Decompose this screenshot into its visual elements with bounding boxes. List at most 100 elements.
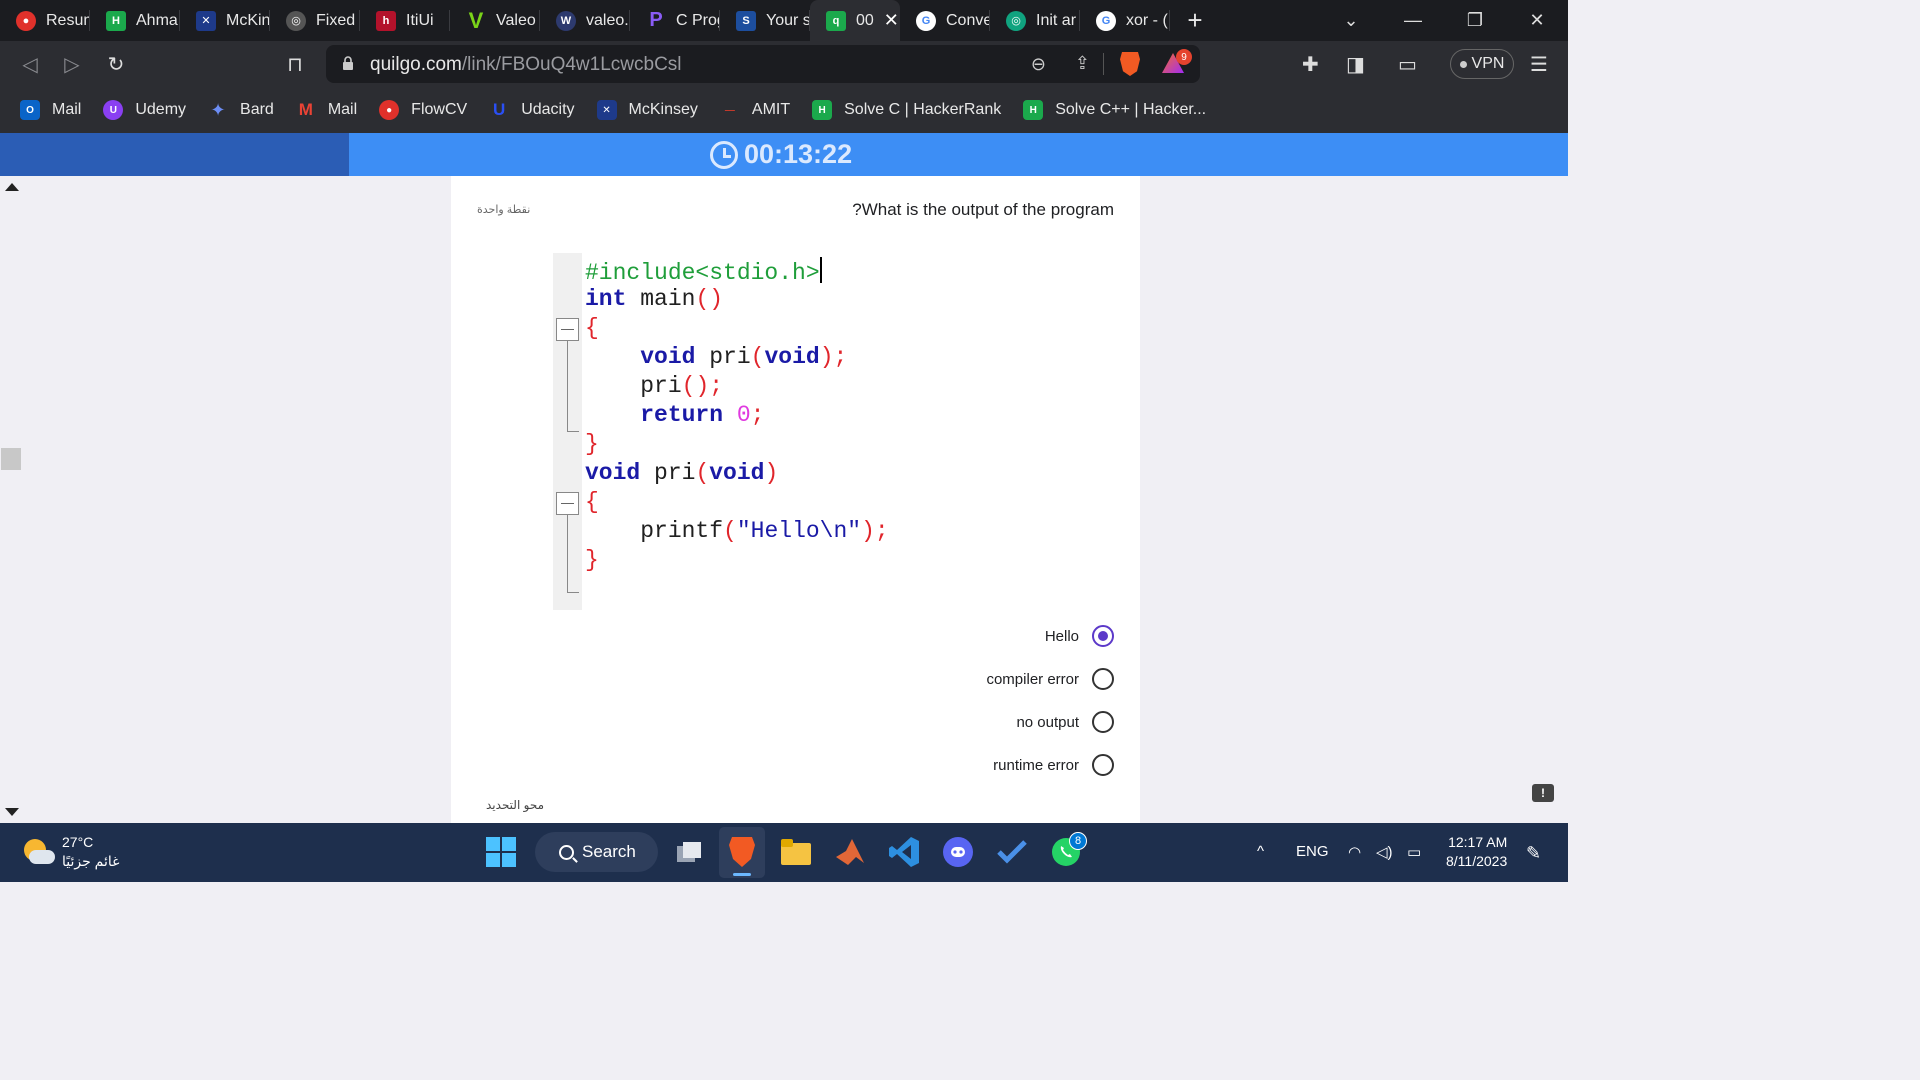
taskbar-search[interactable]: Search (535, 832, 658, 872)
option-no-output[interactable]: no output (1016, 711, 1114, 733)
tab-chatgpt[interactable]: ◎ Init ar (990, 0, 1080, 41)
bookmark-hackerrank-c[interactable]: H Solve C | HackerRank (812, 100, 1001, 120)
taskbar-todo[interactable] (995, 835, 1029, 869)
taskbar-vscode[interactable] (887, 835, 921, 869)
bookmark-udemy[interactable]: U Udemy (103, 100, 186, 120)
feedback-icon[interactable]: ! (1532, 784, 1554, 802)
code-line-8: void pri(void) (585, 460, 779, 486)
bookmark-udacity[interactable]: U Udacity (489, 100, 575, 120)
mckinsey-icon: ✕ (596, 100, 617, 120)
window-controls: ⌄ — ❐ ✕ (1320, 0, 1568, 41)
code-line-6: return 0; (640, 402, 765, 428)
mckinsey-favicon-icon: ✕ (196, 10, 216, 31)
radio-selected[interactable] (1092, 625, 1114, 647)
vscode-icon (889, 837, 919, 867)
wallet-icon[interactable]: ▭ (1398, 52, 1417, 77)
code-line-11: } (585, 547, 599, 573)
fold-guide-end (567, 431, 579, 432)
gmail-icon: M (298, 100, 313, 119)
taskbar-matlab[interactable] (833, 835, 867, 869)
question-text: ?What is the output of the program (852, 200, 1114, 219)
sidebar-icon[interactable]: ◨ (1346, 52, 1365, 77)
restore-icon[interactable]: ❐ (1444, 0, 1506, 41)
tab-search-chevron-icon[interactable]: ⌄ (1320, 0, 1382, 41)
new-tab-button[interactable]: + (1170, 0, 1220, 41)
tab-itiui[interactable]: h ItiUi (360, 0, 450, 41)
brave-shields-icon[interactable] (1120, 52, 1140, 76)
close-window-icon[interactable]: ✕ (1506, 0, 1568, 41)
browser-toolbar: ◁ ▷ ↻ ⊓ quilgo.com/link/FBOuQ4w1LcwcbCsl… (0, 41, 1568, 87)
programiz-favicon-icon: P (649, 9, 663, 31)
browser-tab-strip: ●Resum HAhma ✕McKin ◎Fixed hItiUi VValeo… (0, 0, 1568, 41)
bookmark-bard[interactable]: ✦ Bard (208, 99, 273, 120)
task-view-button[interactable] (672, 835, 706, 869)
extensions-icon[interactable]: ✚ (1302, 52, 1319, 77)
tab-quilgo-active[interactable]: q 00 ✕ (810, 0, 900, 41)
battery-icon[interactable]: ▭ (1407, 843, 1421, 861)
checkmark-icon (997, 840, 1027, 864)
whatsapp-badge: 8 (1069, 832, 1087, 850)
taskbar-clock[interactable]: 12:17 AM 8/11/2023 (1446, 833, 1507, 871)
wifi-icon[interactable]: ◠ (1348, 843, 1361, 861)
weather-widget[interactable]: 27°C غائم جزئيًا (24, 833, 119, 871)
scroll-up-arrow-icon[interactable] (5, 183, 19, 191)
bookmark-amit[interactable]: — AMIT (720, 100, 790, 120)
quilgo-favicon-icon: q (826, 10, 846, 31)
tab-resume[interactable]: ●Resum (0, 0, 90, 41)
notification-icon[interactable]: ✎ (1526, 843, 1541, 864)
start-button[interactable] (484, 835, 518, 869)
bookmark-flowcv[interactable]: ● FlowCV (379, 100, 467, 120)
tab-mckinsey[interactable]: ✕ McKin (180, 0, 270, 41)
tab-c-programming[interactable]: PC Prog (630, 0, 720, 41)
bard-sparkle-icon: ✦ (210, 99, 226, 120)
google-favicon-icon: G (916, 10, 936, 31)
taskbar-brave[interactable] (725, 835, 759, 869)
menu-icon[interactable]: ☰ (1530, 52, 1548, 77)
clear-selection-link[interactable]: محو التحديد (486, 798, 544, 812)
code-line-4: void pri(void); (640, 344, 848, 370)
udemy-icon: U (103, 100, 124, 120)
page-scrollbar[interactable] (0, 176, 23, 823)
timer-progress-segment (0, 133, 349, 176)
bookmark-gmail[interactable]: M Mail (296, 100, 357, 120)
bookmark-mckinsey[interactable]: ✕ McKinsey (596, 100, 698, 120)
search-icon (559, 844, 574, 860)
bookmarks-bar: O Mail U Udemy ✦ Bard M Mail ● FlowCV U Udacit… (0, 87, 1568, 133)
bookmark-hackerrank-cpp[interactable]: H Solve C++ | Hacker... (1023, 100, 1206, 120)
option-runtime-error[interactable]: runtime error (993, 754, 1114, 776)
vpn-button[interactable]: VPN (1450, 49, 1514, 79)
radio-unselected[interactable] (1092, 668, 1114, 690)
tab-hackerrank-ahmad[interactable]: H Ahma (90, 0, 180, 41)
language-indicator[interactable]: ENG (1296, 843, 1329, 860)
chatgpt-favicon-icon: ◎ (1006, 10, 1026, 31)
back-icon[interactable]: ◁ (18, 52, 42, 76)
zoom-icon[interactable]: ⊖ (1031, 54, 1046, 75)
bookmark-outlook-mail[interactable]: O Mail (20, 100, 81, 120)
tab-fixed[interactable]: ◎ Fixed (270, 0, 360, 41)
taskbar-discord[interactable] (941, 835, 975, 869)
discord-icon (943, 837, 973, 867)
timer-value: 00:13:22 (744, 139, 853, 169)
tab-google-convert[interactable]: G Conve (900, 0, 990, 41)
address-bar[interactable]: quilgo.com/link/FBOuQ4w1LcwcbCsl ⊖ ⇪ 9 (326, 45, 1200, 83)
reload-icon[interactable]: ↻ (104, 52, 128, 76)
option-hello[interactable]: Hello (1045, 625, 1114, 647)
tab-valeo[interactable]: V Valeo (450, 0, 540, 41)
taskbar-file-explorer[interactable] (779, 835, 813, 869)
close-tab-icon[interactable]: ✕ (884, 10, 899, 31)
tab-valeo-2[interactable]: Wvaleo. (540, 0, 630, 41)
radio-unselected[interactable] (1092, 711, 1114, 733)
forward-icon[interactable]: ▷ (60, 52, 84, 76)
radio-unselected[interactable] (1092, 754, 1114, 776)
tray-chevron-icon[interactable]: ^ (1257, 843, 1264, 860)
share-icon[interactable]: ⇪ (1075, 53, 1090, 74)
tab-google-xor[interactable]: Gxor - ( (1080, 0, 1170, 41)
tab-your-s[interactable]: S Your s (720, 0, 810, 41)
volume-icon[interactable]: ◁) (1376, 843, 1393, 861)
udacity-icon: U (493, 100, 506, 119)
scroll-down-arrow-icon[interactable] (5, 808, 19, 816)
scrollbar-thumb[interactable] (1, 448, 21, 470)
bookmark-icon[interactable]: ⊓ (283, 52, 307, 76)
minimize-icon[interactable]: — (1382, 0, 1444, 41)
option-compiler-error[interactable]: compiler error (986, 668, 1114, 690)
